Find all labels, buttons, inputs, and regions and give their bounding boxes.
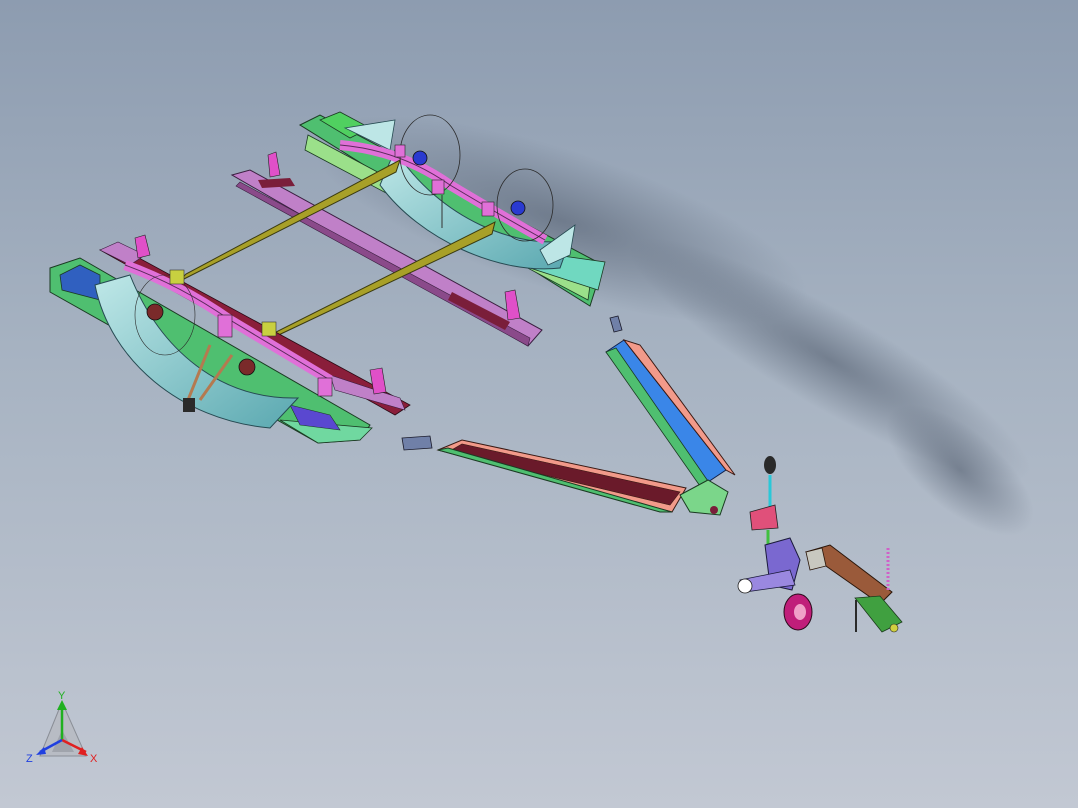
z-axis-label: Z bbox=[26, 753, 33, 765]
coupler-head[interactable] bbox=[804, 544, 903, 633]
x-axis-label: X bbox=[90, 753, 98, 765]
y-axis-label: Y bbox=[58, 690, 66, 702]
drawbar-left-arm[interactable] bbox=[436, 439, 687, 513]
winch-stand[interactable] bbox=[749, 456, 779, 548]
axis-orientation-triad: Y X Z bbox=[26, 690, 98, 765]
tongue-junction[interactable] bbox=[679, 479, 729, 516]
front-side-rail-assembly[interactable] bbox=[49, 234, 411, 444]
trailer-assembly-model[interactable] bbox=[0, 0, 1078, 808]
jockey-wheel-assembly[interactable] bbox=[737, 537, 813, 631]
model-viewport[interactable]: Y X Z bbox=[0, 0, 1078, 808]
drawbar-right-arm[interactable] bbox=[605, 339, 736, 487]
